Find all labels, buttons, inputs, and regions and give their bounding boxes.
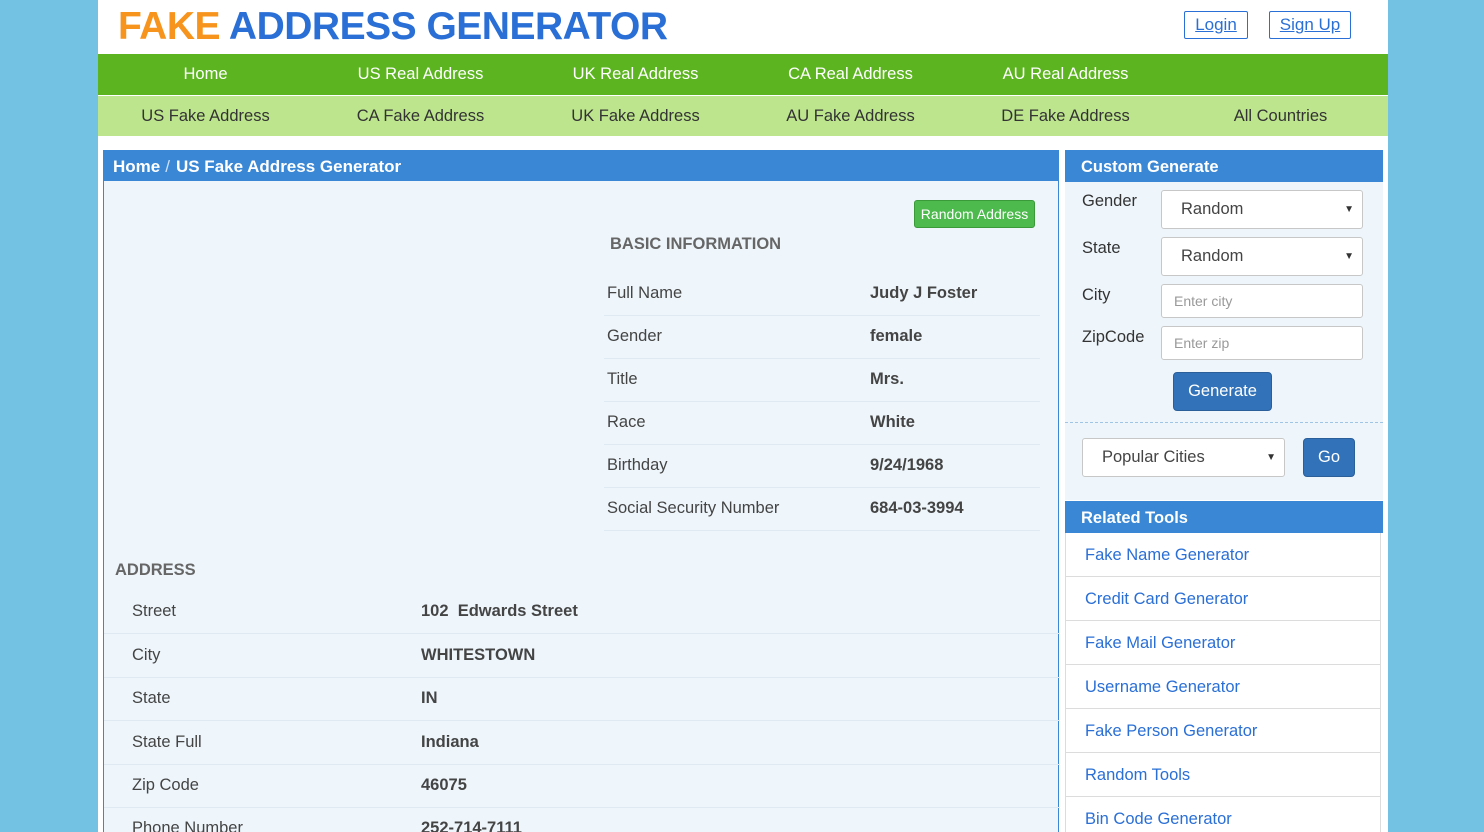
info-row-gender: Gender female: [604, 316, 1040, 359]
address-row-zip-code: Zip Code 46075: [104, 765, 1060, 808]
address-row-phone-number: Phone Number 252-714-7111: [104, 808, 1060, 832]
address-label: State: [132, 689, 171, 707]
info-value: Mrs.: [870, 370, 904, 388]
info-row-full-name: Full Name Judy J Foster: [604, 273, 1040, 316]
chevron-down-icon: ▼: [1266, 452, 1276, 463]
popular-cities-select[interactable]: Popular Cities ▼: [1082, 438, 1285, 477]
info-row-birthday: Birthday 9/24/1968: [604, 445, 1040, 488]
nav-au-fake-address[interactable]: AU Fake Address: [743, 96, 958, 136]
zip-input[interactable]: Enter zip: [1161, 326, 1363, 360]
nav-ca-real-address[interactable]: CA Real Address: [743, 54, 958, 95]
sidebar: Custom Generate Gender Random ▼ State Ra…: [1065, 150, 1383, 832]
address-value: IN: [421, 689, 438, 707]
breadcrumb: Home / US Fake Address Generator: [104, 151, 1058, 181]
info-row-ssn: Social Security Number 684-03-3994: [604, 488, 1040, 531]
tool-link-credit-card-generator[interactable]: Credit Card Generator: [1065, 577, 1381, 621]
nav-us-real-address[interactable]: US Real Address: [313, 54, 528, 95]
state-select-value: Random: [1181, 247, 1244, 265]
random-address-button[interactable]: Random Address: [914, 200, 1035, 228]
tool-link-username-generator[interactable]: Username Generator: [1065, 665, 1381, 709]
info-value: female: [870, 327, 923, 345]
basic-info-title: BASIC INFORMATION: [610, 235, 782, 253]
chevron-down-icon: ▼: [1344, 204, 1354, 215]
signup-link[interactable]: Sign Up: [1269, 11, 1351, 39]
address-row-street: Street 102 Edwards Street: [104, 591, 1060, 634]
tool-link-random-tools[interactable]: Random Tools: [1065, 753, 1381, 797]
address-row-state: State IN: [104, 678, 1060, 721]
secondary-nav: US Fake Address CA Fake Address UK Fake …: [98, 96, 1388, 136]
info-row-race: Race White: [604, 402, 1040, 445]
tool-link-bin-code-generator[interactable]: Bin Code Generator: [1065, 797, 1381, 832]
address-label: Street: [132, 602, 177, 620]
login-link[interactable]: Login: [1184, 11, 1248, 39]
info-value: White: [870, 413, 915, 431]
address-value: Indiana: [421, 733, 479, 751]
nav-uk-real-address[interactable]: UK Real Address: [528, 54, 743, 95]
address-value: WHITESTOWN: [421, 646, 536, 664]
info-value: 684-03-3994: [870, 499, 964, 517]
info-value: 9/24/1968: [870, 456, 944, 474]
address-value: 102 Edwards Street: [421, 602, 578, 620]
address-value: 252-714-7111: [421, 819, 522, 832]
tool-link-fake-name-generator[interactable]: Fake Name Generator: [1065, 533, 1381, 577]
tool-link-fake-mail-generator[interactable]: Fake Mail Generator: [1065, 621, 1381, 665]
gender-select[interactable]: Random ▼: [1161, 190, 1363, 229]
city-label: City: [1082, 286, 1111, 304]
nav-all-countries[interactable]: All Countries: [1173, 96, 1388, 136]
address-row-city: City WHITESTOWN: [104, 635, 1060, 678]
tool-link-fake-person-generator[interactable]: Fake Person Generator: [1065, 709, 1381, 753]
address-title: ADDRESS: [115, 561, 196, 579]
info-label: Full Name: [607, 284, 683, 302]
address-panel: Home / US Fake Address Generator Random Ad…: [103, 150, 1060, 832]
nav-uk-fake-address[interactable]: UK Fake Address: [528, 96, 743, 136]
logo-word-address-generator: ADDRESS GENERATOR: [228, 5, 668, 48]
gender-label: Gender: [1082, 192, 1138, 210]
state-label: State: [1082, 239, 1121, 257]
address-value: 46075: [421, 776, 467, 794]
site-logo[interactable]: FAKE ADDRESS GENERATOR: [118, 4, 668, 50]
zipcode-label: ZipCode: [1082, 328, 1145, 346]
address-label: City: [132, 646, 161, 664]
info-label: Social Security Number: [607, 499, 780, 517]
nav-ca-fake-address[interactable]: CA Fake Address: [313, 96, 528, 136]
nav-au-real-address[interactable]: AU Real Address: [958, 54, 1173, 95]
custom-generate-title: Custom Generate: [1065, 150, 1383, 182]
info-value: Judy J Foster: [870, 284, 978, 302]
state-select[interactable]: Random ▼: [1161, 237, 1363, 276]
related-tools-title: Related Tools: [1065, 501, 1383, 533]
info-label: Race: [607, 413, 646, 431]
gender-select-value: Random: [1181, 200, 1244, 218]
city-input[interactable]: Enter city: [1161, 284, 1363, 318]
site-header: FAKE ADDRESS GENERATOR Login Sign Up: [98, 0, 1388, 54]
divider: [1065, 422, 1383, 423]
breadcrumb-current: US Fake Address Generator: [175, 157, 402, 176]
primary-nav: Home US Real Address UK Real Address CA …: [98, 54, 1388, 95]
chevron-down-icon: ▼: [1344, 251, 1354, 262]
info-label: Gender: [607, 327, 663, 345]
address-label: Phone Number: [132, 819, 243, 832]
nav-us-fake-address[interactable]: US Fake Address: [98, 96, 313, 136]
info-label: Birthday: [607, 456, 668, 474]
custom-generate-form: Gender Random ▼ State Random ▼ City Ente…: [1065, 182, 1383, 500]
info-label: Title: [607, 370, 638, 388]
address-row-state-full: State Full Indiana: [104, 722, 1060, 765]
address-label: Zip Code: [132, 776, 199, 794]
popular-cities-value: Popular Cities: [1102, 448, 1205, 466]
page: FAKE ADDRESS GENERATOR Login Sign Up Hom…: [98, 0, 1388, 832]
generate-button[interactable]: Generate: [1173, 372, 1272, 411]
nav-home[interactable]: Home: [98, 54, 313, 95]
breadcrumb-home[interactable]: Home: [113, 157, 160, 176]
logo-word-fake: FAKE: [118, 5, 221, 48]
info-row-title: Title Mrs.: [604, 359, 1040, 402]
go-button[interactable]: Go: [1303, 438, 1355, 477]
address-label: State Full: [132, 733, 202, 751]
breadcrumb-separator: /: [165, 157, 170, 176]
nav-de-fake-address[interactable]: DE Fake Address: [958, 96, 1173, 136]
